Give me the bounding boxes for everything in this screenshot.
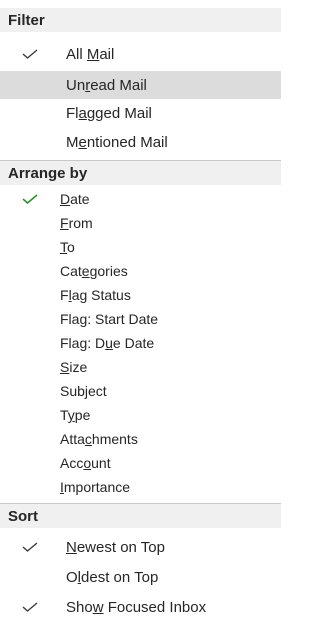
menu-item-arrange-categories[interactable]: Categories: [0, 259, 281, 283]
checkmark-icon: [22, 602, 38, 612]
menu-item-label: Newest on Top: [66, 538, 165, 556]
menu-item-arrange-flag-due-date[interactable]: Flag: Due Date: [0, 331, 281, 355]
menu-item-arrange-subject[interactable]: Subject: [0, 379, 281, 403]
menu-item-label: Account: [60, 455, 111, 471]
menu-item-arrange-to[interactable]: To: [0, 235, 281, 259]
menu-item-label: Categories: [60, 263, 128, 279]
menu-item-label: Importance: [60, 479, 131, 495]
menu-item-unread-mail[interactable]: Unread Mail: [0, 71, 281, 99]
menu-item-mentioned-mail[interactable]: Mentioned Mail: [0, 128, 281, 156]
menu-item-arrange-importance[interactable]: Importance: [0, 475, 281, 499]
menu-item-arrange-date[interactable]: Date: [0, 187, 281, 211]
menu-item-label: Flag Status: [60, 287, 131, 303]
menu-item-label: Show Focused Inbox: [66, 598, 207, 616]
menu-item-arrange-account[interactable]: Account: [0, 451, 281, 475]
menu-item-newest-on-top[interactable]: Newest on Top: [0, 532, 281, 562]
menu-item-arrange-flag-start-date[interactable]: Flag: Start Date: [0, 307, 281, 331]
menu-item-arrange-type[interactable]: Type: [0, 403, 281, 427]
menu-item-label: Mentioned Mail: [66, 133, 168, 151]
sort-header-label: Sort: [8, 507, 38, 525]
filter-header-label: Filter: [8, 11, 45, 29]
menu-item-show-focused-inbox[interactable]: Show Focused Inbox: [0, 592, 281, 622]
menu-item-arrange-flag-status[interactable]: Flag Status: [0, 283, 281, 307]
checkmark-icon: [22, 194, 38, 204]
menu-item-label: Subject: [60, 383, 107, 399]
menu-item-label: Unread Mail: [66, 76, 147, 94]
menu-item-arrange-from[interactable]: From: [0, 211, 281, 235]
menu-item-label: Oldest on Top: [66, 568, 159, 586]
menu-item-label: Flagged Mail: [66, 104, 152, 122]
menu-item-label: Flag: Due Date: [60, 335, 155, 351]
checkmark-icon: [22, 542, 38, 552]
menu-item-label: Flag: Start Date: [60, 311, 159, 327]
menu-item-label: All Mail: [66, 45, 115, 63]
menu-item-oldest-on-top[interactable]: Oldest on Top: [0, 562, 281, 592]
arrange-header-label: Arrange by: [8, 164, 88, 182]
menu-item-label: Size: [60, 359, 88, 375]
sort-section-header: Sort: [0, 503, 281, 528]
checkmark-icon: [22, 49, 38, 59]
menu-item-label: Type: [60, 407, 91, 423]
menu-item-arrange-size[interactable]: Size: [0, 355, 281, 379]
menu-item-label: From: [60, 215, 93, 231]
arrangement-menu: Filter All Mail Unread Mail Flagged Mail…: [0, 0, 281, 619]
menu-item-arrange-attachments[interactable]: Attachments: [0, 427, 281, 451]
arrange-section-header: Arrange by: [0, 160, 281, 185]
menu-item-label: Attachments: [60, 431, 138, 447]
menu-item-label: To: [60, 239, 75, 255]
menu-item-label: Date: [60, 191, 90, 207]
filter-section-header: Filter: [0, 8, 281, 32]
menu-item-all-mail[interactable]: All Mail: [0, 40, 281, 68]
menu-item-flagged-mail[interactable]: Flagged Mail: [0, 99, 281, 127]
